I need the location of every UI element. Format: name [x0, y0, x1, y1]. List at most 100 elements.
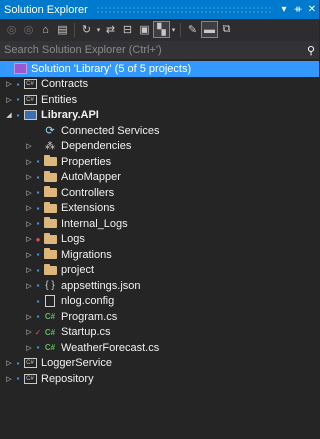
tree-item-project[interactable]: ▷ ▪ project [0, 263, 319, 279]
back-icon[interactable]: ◎ [3, 21, 20, 38]
csharp-project-icon: C# [22, 373, 38, 384]
solution-explorer-window: Solution Explorer ▾ ᚑ ✕ ◎ ◎ ⌂ ▤ ↻ ▾ ⇄ ⊟ … [0, 0, 319, 439]
item-label: Logs [61, 233, 85, 246]
expand-arrow-icon[interactable]: ▷ [4, 375, 14, 383]
window-position-dropdown-icon[interactable]: ▾ [277, 0, 291, 19]
item-label: Controllers [61, 186, 115, 199]
project-label: Library.API [41, 109, 99, 122]
tree-item-logger-service[interactable]: ▷ ▪ C# LoggerService [0, 356, 319, 372]
lock-icon: 🔒︎ [5, 63, 11, 73]
tree-item-connected-services[interactable]: ⟳ Connected Services [0, 123, 319, 139]
tree-item-extensions[interactable]: ▷ ▪ Extensions [0, 201, 319, 217]
split-icon[interactable]: ⧉ [218, 21, 235, 38]
search-bar: ⚲ [0, 41, 319, 60]
expand-arrow-icon[interactable]: ▷ [24, 158, 34, 166]
folder-icon [42, 232, 58, 244]
tree-item-internal-logs[interactable]: ▷ ▪ Internal_Logs [0, 216, 319, 232]
tree-item-weatherforecast[interactable]: ▷ ▪ C# WeatherForecast.cs [0, 340, 319, 356]
folder-icon [42, 186, 58, 198]
properties-folder-icon [42, 155, 58, 167]
expand-arrow-icon[interactable]: ▷ [24, 328, 34, 336]
expand-arrow-icon[interactable]: ▷ [4, 359, 14, 367]
preview-selected-icon[interactable]: ▚ [153, 21, 170, 38]
solution-label: Solution 'Library' (5 of 5 projects) [31, 62, 192, 75]
expand-arrow-icon[interactable]: ▷ [24, 220, 34, 228]
tree-item-logs[interactable]: ▷ ● Logs [0, 232, 319, 248]
expand-arrow-icon[interactable]: ▷ [24, 313, 34, 321]
folder-icon [42, 170, 58, 182]
tree-item-contracts[interactable]: ▷ ▪ C# Contracts [0, 77, 319, 93]
tree-item-solution[interactable]: 🔒︎ Solution 'Library' (5 of 5 projects) [0, 61, 319, 77]
item-label: Extensions [61, 202, 115, 215]
home-icon[interactable]: ⌂ [37, 21, 54, 38]
tree-item-migrations[interactable]: ▷ ▪ Migrations [0, 247, 319, 263]
item-label: Internal_Logs [61, 217, 128, 230]
title-bar[interactable]: Solution Explorer ▾ ᚑ ✕ [0, 0, 319, 19]
close-icon[interactable]: ✕ [305, 0, 319, 19]
pending-changes-icon[interactable]: ↻ [78, 21, 95, 38]
toolbar-separator [180, 22, 181, 37]
item-label: Connected Services [61, 124, 160, 137]
tree-item-automapper[interactable]: ▷ ▪ AutoMapper [0, 170, 319, 186]
expand-arrow-icon[interactable]: ▷ [24, 282, 34, 290]
tree-item-dependencies[interactable]: ▷ ⁂ Dependencies [0, 139, 319, 155]
lock-icon: ▪ [36, 265, 40, 275]
collapse-arrow-icon[interactable]: ◢ [4, 111, 14, 119]
lock-icon: ▪ [36, 296, 40, 306]
sync-icon[interactable]: ⇄ [102, 21, 119, 38]
pin-window-icon[interactable]: ᚑ [291, 0, 305, 19]
pin-icon[interactable]: ▬ [201, 21, 218, 38]
search-icon[interactable]: ⚲ [303, 44, 319, 57]
collapse-all-icon[interactable]: ⊟ [119, 21, 136, 38]
expand-arrow-icon[interactable]: ▷ [24, 173, 34, 181]
lock-icon: ▪ [36, 188, 40, 198]
lock-icon: ▪ [16, 79, 20, 89]
item-label: Program.cs [61, 310, 118, 323]
folder-icon [42, 217, 58, 229]
show-all-files-icon[interactable]: ▣ [136, 21, 153, 38]
tree-item-program[interactable]: ▷ ▪ C# Program.cs [0, 309, 319, 325]
tree-item-entities[interactable]: ▷ ▪ C# Entities [0, 92, 319, 108]
tree-item-library-api[interactable]: ◢ ▪ Library.API [0, 108, 319, 124]
tree-item-properties[interactable]: ▷ ▪ Properties [0, 154, 319, 170]
item-label: AutoMapper [61, 171, 121, 184]
expand-arrow-icon[interactable]: ▷ [24, 142, 34, 150]
folder-icon [42, 248, 58, 260]
csharp-file-icon: C# [44, 343, 56, 353]
tree-item-appsettings[interactable]: ▷ ▪ { } appsettings.json [0, 278, 319, 294]
search-input[interactable] [4, 44, 303, 56]
lock-icon: ▪ [36, 312, 40, 322]
expand-arrow-icon[interactable]: ▷ [24, 204, 34, 212]
project-label: LoggerService [41, 357, 112, 370]
lock-icon: ▪ [16, 358, 20, 368]
expand-arrow-icon[interactable]: ▷ [24, 344, 34, 352]
json-file-icon: { } [45, 280, 55, 292]
lock-icon: ▪ [36, 219, 40, 229]
tree-item-startup[interactable]: ▷ ✓ C# Startup.cs [0, 325, 319, 341]
csharp-file-icon: C# [44, 312, 56, 322]
window-title: Solution Explorer [4, 3, 88, 16]
forward-icon[interactable]: ◎ [20, 21, 37, 38]
expand-arrow-icon[interactable]: ▷ [24, 189, 34, 197]
expand-arrow-icon[interactable]: ▷ [24, 251, 34, 259]
item-label: project [61, 264, 95, 277]
tree-item-nlog-config[interactable]: ▪ nlog.config [0, 294, 319, 310]
expand-arrow-icon[interactable]: ▷ [24, 235, 34, 243]
lock-icon: ▪ [16, 95, 20, 105]
folder-icon [42, 263, 58, 275]
properties-icon[interactable]: ✎ [184, 21, 201, 38]
item-label: Startup.cs [61, 326, 111, 339]
lock-icon: ▪ [36, 203, 40, 213]
expand-arrow-icon[interactable]: ▷ [4, 96, 14, 104]
expand-arrow-icon[interactable]: ▷ [24, 266, 34, 274]
expand-arrow-icon[interactable]: ▷ [4, 80, 14, 88]
tree-item-controllers[interactable]: ▷ ▪ Controllers [0, 185, 319, 201]
tree-item-repository[interactable]: ▷ ▪ C# Repository [0, 371, 319, 387]
chevron-down-icon[interactable]: ▾ [95, 26, 102, 34]
web-project-icon [22, 110, 38, 121]
item-label: Migrations [61, 248, 112, 261]
lock-icon: ▪ [36, 157, 40, 167]
chevron-down-icon[interactable]: ▾ [170, 26, 177, 34]
switch-views-icon[interactable]: ▤ [54, 21, 71, 38]
excluded-icon: ● [35, 234, 41, 244]
